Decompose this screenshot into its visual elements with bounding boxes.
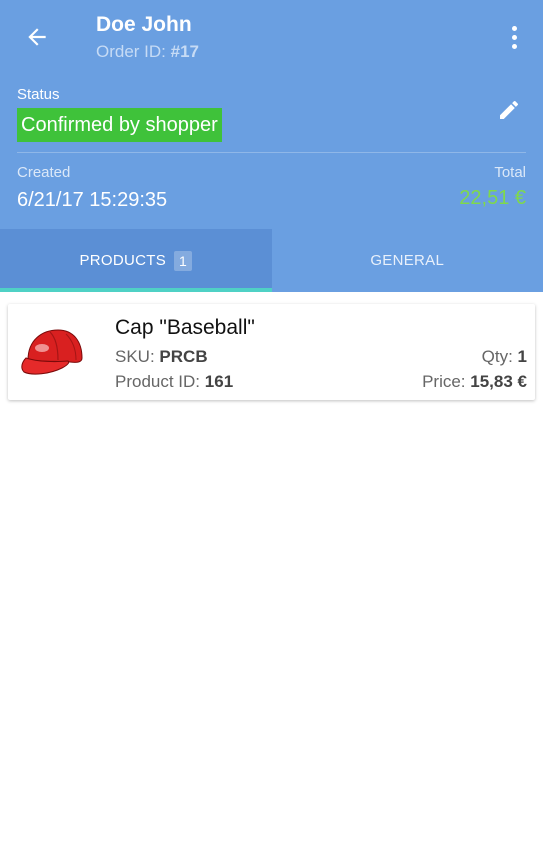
header-divider [17,152,526,153]
tab-general[interactable]: GENERAL [272,229,543,292]
back-button[interactable] [18,18,56,56]
product-id-label: Product ID: [115,372,201,391]
edit-status-button[interactable] [497,98,523,124]
product-sku-value: PRCB [159,347,208,366]
product-qty-label: Qty: [481,347,513,366]
product-id: Product ID: 161 [115,372,233,392]
title-block: Doe John Order ID: #17 [96,12,199,63]
product-price-value: 15,83 € [470,372,527,391]
tab-products[interactable]: PRODUCTS 1 [0,229,272,292]
order-header: Doe John Order ID: #17 Status Confirmed … [0,0,543,292]
total-label: Total [494,164,526,181]
product-qty: Qty: 1 [482,347,527,367]
created-label: Created [17,164,71,181]
pencil-icon [500,100,519,119]
order-id-label: Order ID: [96,42,166,61]
order-id-value: #17 [170,42,200,61]
status-label: Status [17,86,60,103]
product-name: Cap "Baseball" [115,316,255,339]
product-id-value: 161 [204,372,234,391]
red-cap-image [21,329,83,375]
products-list: Cap "Baseball" SKU: PRCB Product ID: 161… [0,292,543,862]
product-sku-label: SKU: [115,347,155,366]
created-value: 6/21/17 15:29:35 [17,189,168,211]
tab-bar: PRODUCTS 1 GENERAL [0,229,543,292]
tab-products-label: PRODUCTS [79,252,167,269]
arrow-back-icon [28,28,46,46]
more-vert-icon[interactable] [499,18,529,56]
status-badge: Confirmed by shopper [17,108,222,142]
order-id: Order ID: #17 [96,41,199,63]
product-sku: SKU: PRCB [115,347,208,367]
tab-products-badge: 1 [174,250,193,271]
product-price: Price: 15,83 € [422,372,527,392]
tab-general-label: GENERAL [370,252,445,269]
customer-name: Doe John [96,13,192,36]
product-card[interactable]: Cap "Baseball" SKU: PRCB Product ID: 161… [8,304,535,400]
product-qty-value: 1 [517,347,527,366]
product-price-label: Price: [422,372,466,391]
total-value: 22,51 € [459,187,526,209]
